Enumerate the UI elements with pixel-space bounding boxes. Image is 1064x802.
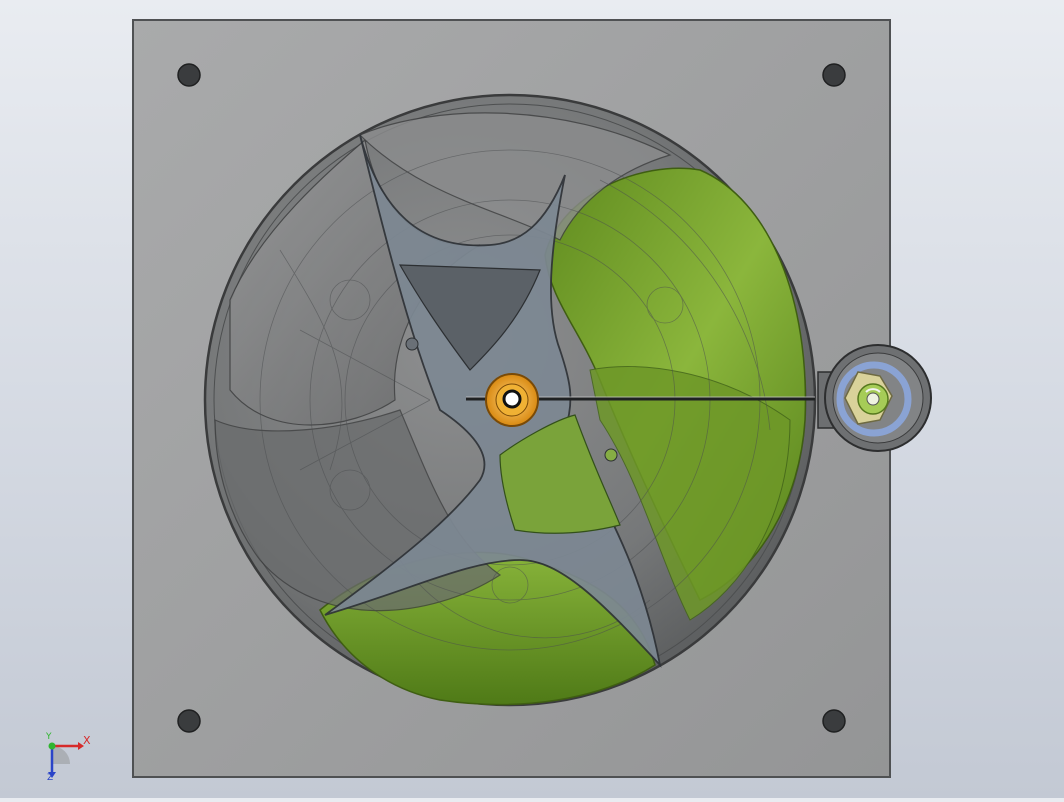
- turbine-housing[interactable]: [203, 93, 817, 707]
- mounting-hole-bottom-left[interactable]: [177, 709, 201, 733]
- cad-viewport[interactable]: X Y Z: [0, 0, 1064, 798]
- mounting-hole-bottom-right[interactable]: [822, 709, 846, 733]
- hub-bore[interactable]: [502, 389, 522, 409]
- axis-x-label: X: [83, 734, 91, 747]
- mounting-hole-top-right[interactable]: [822, 63, 846, 87]
- axis-y-label: Y: [46, 732, 52, 742]
- mounting-hole-top-left[interactable]: [177, 63, 201, 87]
- model-canvas[interactable]: [0, 0, 1064, 798]
- axis-z-label: Z: [47, 773, 54, 783]
- axis-triad: [48, 742, 84, 778]
